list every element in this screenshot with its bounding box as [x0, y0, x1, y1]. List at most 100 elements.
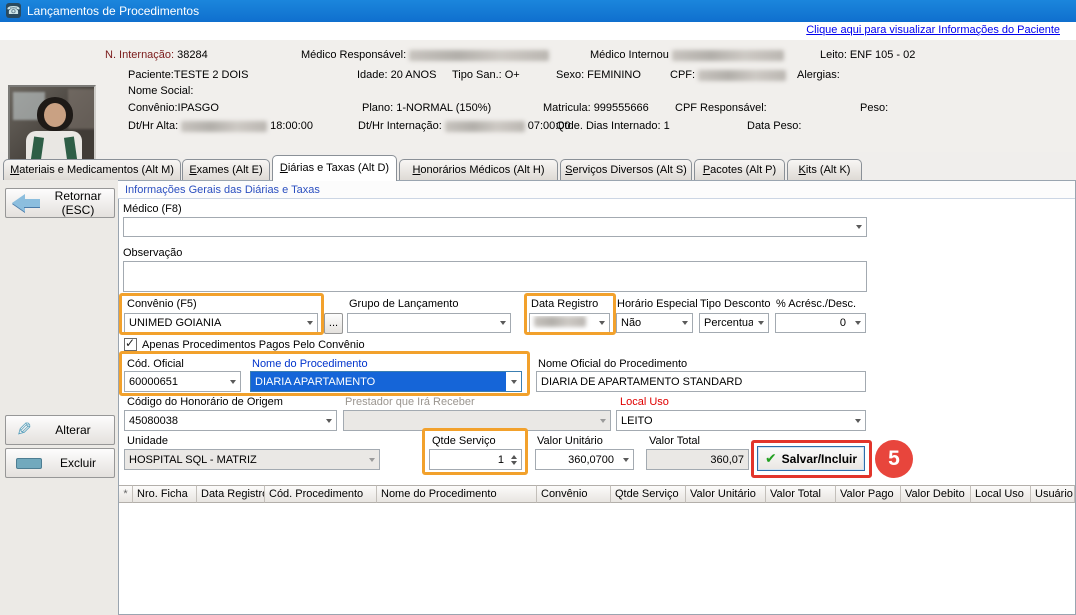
valor-total-field: 360,07 [646, 449, 749, 470]
excluir-button[interactable]: Excluir [5, 448, 115, 478]
tipo-desconto-combobox[interactable]: Percentual [699, 313, 769, 333]
spinner-arrows-icon[interactable] [507, 450, 521, 469]
apenas-convenio-checkbox[interactable]: ✓ [124, 338, 137, 351]
grid-col-convenio[interactable]: Convênio [537, 485, 611, 503]
grid-col-valor-pago[interactable]: Valor Pago [836, 485, 901, 503]
unidade-combobox: HOSPITAL SQL - MATRIZ [124, 449, 380, 470]
checkmark-icon: ✓ [125, 336, 135, 350]
nome-social: Nome Social: [128, 85, 193, 97]
data-registro-combobox[interactable] [529, 313, 610, 333]
grid-col-qtde-servico[interactable]: Qtde Serviço [611, 485, 686, 503]
app-window: ☎ Lançamentos de Procedimentos Clique aq… [0, 0, 1076, 615]
medico-label: Médico (F8) [123, 203, 182, 215]
alterar-button[interactable]: ✎ Alterar [5, 415, 115, 445]
salvar-incluir-button[interactable]: ✔ Salvar/Incluir [757, 446, 865, 471]
dropdown-arrow-icon [595, 411, 610, 430]
tipo-desconto-label: Tipo Desconto [700, 298, 771, 310]
nome-oficial-input[interactable]: DIARIA DE APARTAMENTO STANDARD [536, 371, 866, 392]
qtde-servico-stepper[interactable]: 1 [429, 449, 522, 470]
valor-total-label: Valor Total [649, 435, 700, 447]
local-uso-label: Local Uso [620, 396, 669, 408]
redacted-value [672, 50, 784, 61]
medico-internou: Médico Internou [590, 49, 784, 61]
local-uso-combobox[interactable]: LEITO [616, 410, 866, 431]
dropdown-arrow-icon [302, 314, 317, 332]
sidebar [0, 180, 118, 615]
medico-combobox[interactable] [123, 217, 867, 237]
tab-pacotes[interactable]: Pacotes (Alt P) [694, 159, 785, 180]
dropdown-arrow-icon [321, 411, 336, 430]
cod-honorario-combobox[interactable]: 45080038 [124, 410, 337, 431]
apenas-convenio-label: Apenas Procedimentos Pagos Pelo Convênio [142, 339, 365, 351]
patient-photo [8, 85, 96, 165]
grid-col-nome-procedimento[interactable]: Nome do Procedimento [377, 485, 537, 503]
redacted-value [534, 316, 586, 327]
tab-kits[interactable]: Kits (Alt K) [787, 159, 862, 180]
tab-exames[interactable]: Exames (Alt E) [182, 159, 270, 180]
tab-honorarios-medicos[interactable]: Honorários Médicos (Alt H) [399, 159, 558, 180]
alergias: Alergias: [797, 69, 840, 81]
retornar-button[interactable]: Retornar (ESC) [5, 188, 115, 218]
convenio-paciente: Convênio:IPASGO [128, 102, 219, 114]
step-badge: 5 [875, 440, 913, 478]
delete-bar-icon [16, 458, 42, 469]
prestador-label: Prestador que Irá Receber [345, 396, 475, 408]
cod-honorario-label: Código do Honorário de Origem [127, 396, 283, 408]
observacao-input[interactable] [123, 261, 867, 292]
patient-info-link[interactable]: Clique aqui para visualizar Informações … [806, 24, 1060, 36]
dropdown-arrow-icon [677, 314, 692, 332]
tab-diarias-taxas[interactable]: Diárias e Taxas (Alt D) [272, 155, 397, 181]
plano: Plano:1-NORMAL (150%) [362, 102, 491, 114]
browse-button[interactable]: ... [324, 313, 343, 334]
nome-procedimento-combobox[interactable]: DIARIA APARTAMENTO [250, 371, 522, 392]
horario-especial-combobox[interactable]: Não [616, 313, 693, 333]
grupo-lancamento-label: Grupo de Lançamento [349, 298, 458, 310]
sexo: Sexo:FEMININO [556, 69, 641, 81]
tipo-sanguineo: Tipo San.:O+ [452, 69, 520, 81]
grupo-lancamento-combobox[interactable] [347, 313, 511, 333]
window-title: Lançamentos de Procedimentos [27, 4, 199, 18]
grid-col-cod-procedimento[interactable]: Cód. Procedimento [265, 485, 377, 503]
grid-col-usuario[interactable]: Usuário [1031, 485, 1075, 503]
nome-oficial-label: Nome Oficial do Procedimento [538, 358, 687, 370]
dthr-internacao: Dt/Hr Internação:07:00:00 [358, 120, 571, 132]
acresc-desc-label: % Acrésc./Desc. [776, 298, 856, 310]
dropdown-arrow-icon [753, 314, 768, 332]
grid-col-valor-debito[interactable]: Valor Debito [901, 485, 971, 503]
redacted-value [698, 70, 786, 81]
redacted-value [409, 50, 549, 61]
title-bar: ☎ Lançamentos de Procedimentos [0, 0, 1076, 22]
grid-col-nro-ficha[interactable]: Nro. Ficha [133, 485, 197, 503]
grid-col-data-registro[interactable]: Data Registro [197, 485, 265, 503]
link-strip: Clique aqui para visualizar Informações … [0, 22, 1076, 40]
dropdown-arrow-icon [618, 450, 633, 469]
idade: Idade:20 ANOS [357, 69, 436, 81]
qtde-dias-internado: Qtde. Dias Internado:1 [556, 120, 670, 132]
left-arrow-icon [12, 194, 42, 212]
tab-materiais-medicamentos[interactable]: Materiais e Medicamentos (Alt M) [3, 159, 181, 180]
row-selector-icon: * [119, 485, 133, 503]
grid-col-local-uso[interactable]: Local Uso [971, 485, 1031, 503]
qtde-servico-label: Qtde Serviço [432, 435, 496, 447]
convenio-combobox[interactable]: UNIMED GOIANIA [124, 313, 318, 333]
cod-oficial-combobox[interactable]: 60000651 [124, 371, 241, 392]
dropdown-arrow-icon [850, 411, 865, 430]
grid-header: * Nro. Ficha Data Registro Cód. Procedim… [119, 485, 1075, 503]
convenio-f5-label: Convênio (F5) [127, 298, 197, 310]
dropdown-arrow-icon [594, 314, 609, 332]
redacted-value [181, 121, 267, 132]
unidade-label: Unidade [127, 435, 168, 447]
leito: Leito:ENF 105 - 02 [820, 49, 915, 61]
dropdown-arrow-icon [225, 372, 240, 391]
cpf-responsavel: CPF Responsável: [675, 102, 767, 114]
acresc-desc-combobox[interactable]: 0 [775, 313, 866, 333]
tab-servicos-diversos[interactable]: Serviços Diversos (Alt S) [560, 159, 692, 180]
valor-unitario-label: Valor Unitário [537, 435, 603, 447]
dropdown-arrow-icon [851, 218, 866, 236]
matricula: Matricula:999555666 [543, 102, 649, 114]
data-registro-label: Data Registro [531, 298, 598, 310]
data-peso: Data Peso: [747, 120, 801, 132]
grid-col-valor-unitario[interactable]: Valor Unitário [686, 485, 766, 503]
valor-unitario-combobox[interactable]: 360,0700 [535, 449, 634, 470]
grid-col-valor-total[interactable]: Valor Total [766, 485, 836, 503]
